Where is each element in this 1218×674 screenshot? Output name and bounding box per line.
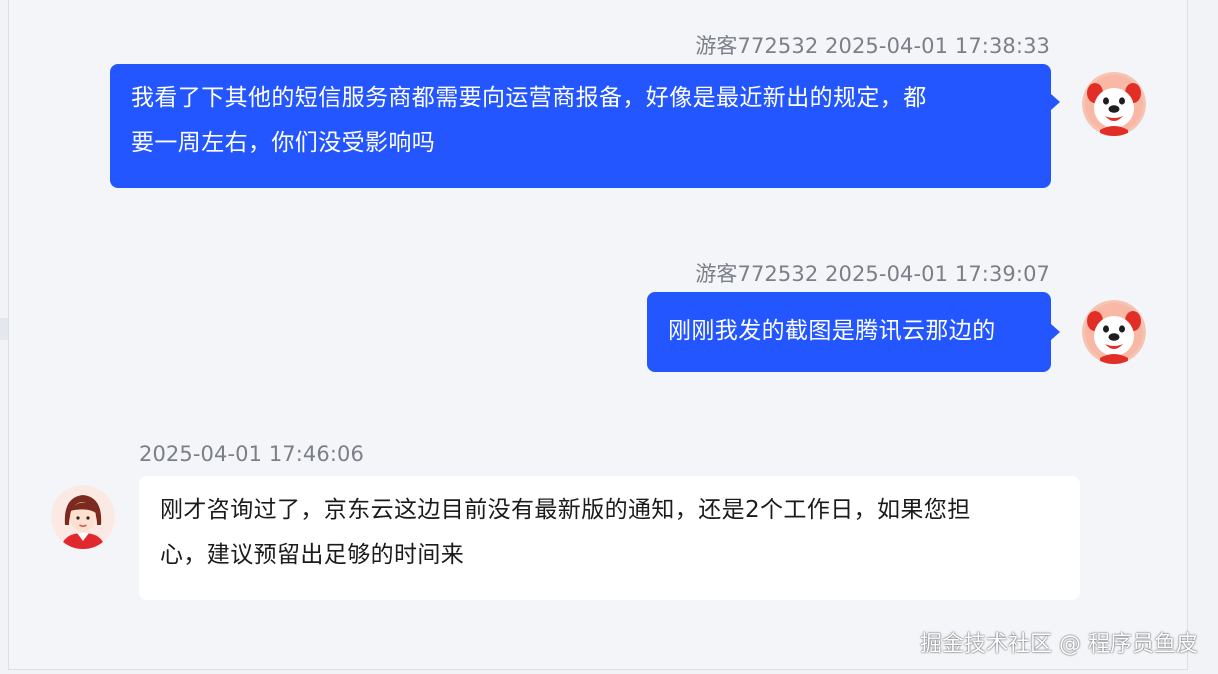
message-header: 游客772532 2025-04-01 17:38:33 [695,34,1050,58]
agent-woman-icon[interactable] [51,485,115,549]
message-bubble-incoming[interactable]: 刚才咨询过了，京东云这边目前没有最新版的通知，还是2个工作日，如果您担 心，建议… [139,476,1080,600]
bubble-tail [1051,94,1060,110]
chat-message-list[interactable]: 游客772532 2025-04-01 17:38:33 我看了下其他的短信服务… [8,0,1188,670]
mascot-dog-icon[interactable] [1082,72,1146,136]
bubble-tail [1051,324,1060,340]
message-bubble-outgoing[interactable]: 刚刚我发的截图是腾讯云那边的 [647,292,1051,372]
message-header: 游客772532 2025-04-01 17:39:07 [695,262,1050,286]
message-header: 2025-04-01 17:46:06 [139,442,364,466]
message-text-line: 刚刚我发的截图是腾讯云那边的 [668,318,996,344]
mascot-dog-icon[interactable] [1082,300,1146,364]
watermark: 掘金技术社区 @ 程序员鱼皮 [920,632,1198,657]
message-text-line: 心，建议预留出足够的时间来 [160,542,465,568]
message-bubble-outgoing[interactable]: 我看了下其他的短信服务商都需要向运营商报备，好像是最近新出的规定，都 要一周左右… [110,64,1051,188]
message-text-line: 我看了下其他的短信服务商都需要向运营商报备，好像是最近新出的规定，都 [131,85,927,111]
side-divider-handle [0,318,8,340]
message-text-line: 要一周左右，你们没受影响吗 [131,130,436,156]
message-text-line: 刚才咨询过了，京东云这边目前没有最新版的通知，还是2个工作日，如果您担 [160,497,971,523]
